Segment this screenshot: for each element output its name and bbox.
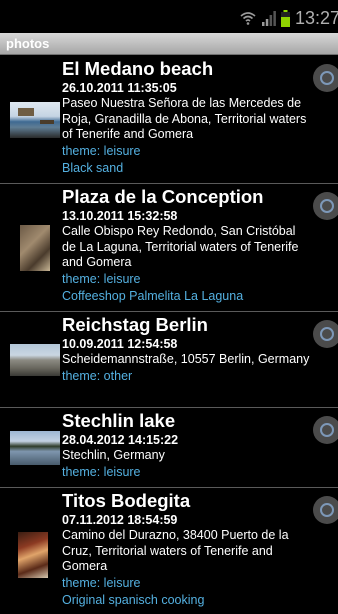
item-date: 26.10.2011 11:35:05 bbox=[62, 81, 177, 95]
photo-thumbnail bbox=[20, 224, 50, 271]
select-radio[interactable] bbox=[313, 416, 338, 444]
photo-list[interactable]: El Medano beach 26.10.2011 11:35:05 Pase… bbox=[0, 56, 338, 614]
item-name: Titos Bodegita bbox=[62, 490, 191, 511]
item-theme: theme: leisure bbox=[62, 464, 141, 479]
item-text: Reichstag Berlin 10.09.2011 12:54:58 Sch… bbox=[62, 314, 312, 385]
item-address: Camino del Durazno, 38400 Puerto de la C… bbox=[62, 528, 289, 573]
item-name: El Medano beach bbox=[62, 58, 214, 79]
item-text: Titos Bodegita 07.11.2012 18:54:59 Camin… bbox=[62, 490, 312, 609]
list-item[interactable]: Plaza de la Conception 13.10.2011 15:32:… bbox=[0, 184, 338, 312]
item-date: 28.04.2012 14:15:22 bbox=[62, 433, 179, 447]
signal-icon bbox=[262, 11, 276, 26]
item-name: Stechlin lake bbox=[62, 410, 176, 431]
photo-thumbnail bbox=[10, 343, 60, 376]
item-note: Original spanisch cooking bbox=[62, 592, 205, 607]
item-theme: theme: leisure bbox=[62, 143, 141, 158]
item-note: Black sand bbox=[62, 160, 124, 175]
status-bar: 13:27 bbox=[0, 0, 338, 33]
select-radio[interactable] bbox=[313, 192, 338, 220]
page-title: photos bbox=[6, 36, 50, 51]
item-address: Calle Obispo Rey Redondo, San Cristóbal … bbox=[62, 224, 299, 269]
item-address: Paseo Nuestra Señora de las Mercedes de … bbox=[62, 96, 307, 141]
item-text: El Medano beach 26.10.2011 11:35:05 Pase… bbox=[62, 58, 312, 177]
wifi-icon bbox=[240, 12, 256, 25]
photo-thumbnail bbox=[10, 101, 60, 138]
select-radio[interactable] bbox=[313, 320, 338, 348]
item-theme: theme: leisure bbox=[62, 575, 141, 590]
item-text: Plaza de la Conception 13.10.2011 15:32:… bbox=[62, 186, 312, 305]
item-date: 10.09.2011 12:54:58 bbox=[62, 337, 178, 351]
status-time: 13:27 bbox=[295, 8, 338, 28]
list-item[interactable]: El Medano beach 26.10.2011 11:35:05 Pase… bbox=[0, 56, 338, 184]
photo-thumbnail bbox=[18, 532, 48, 578]
item-note: Coffeeshop Palmelita La Laguna bbox=[62, 288, 244, 303]
item-theme: theme: other bbox=[62, 368, 133, 383]
item-name: Plaza de la Conception bbox=[62, 186, 264, 207]
select-radio[interactable] bbox=[313, 496, 338, 524]
item-name: Reichstag Berlin bbox=[62, 314, 208, 335]
item-address: Scheidemannstraße, 10557 Berlin, Germany bbox=[62, 352, 310, 366]
item-date: 07.11.2012 18:54:59 bbox=[62, 513, 178, 527]
item-address: Stechlin, Germany bbox=[62, 448, 165, 462]
photo-thumbnail bbox=[10, 430, 60, 465]
item-text: Stechlin lake 28.04.2012 14:15:22 Stechl… bbox=[62, 410, 312, 481]
item-date: 13.10.2011 15:32:58 bbox=[62, 209, 178, 223]
item-theme: theme: leisure bbox=[62, 271, 141, 286]
battery-icon bbox=[281, 10, 290, 27]
title-bar: photos bbox=[0, 33, 338, 55]
list-item[interactable]: Titos Bodegita 07.11.2012 18:54:59 Camin… bbox=[0, 488, 338, 614]
list-item[interactable]: Reichstag Berlin 10.09.2011 12:54:58 Sch… bbox=[0, 312, 338, 408]
select-radio[interactable] bbox=[313, 64, 338, 92]
list-item[interactable]: Stechlin lake 28.04.2012 14:15:22 Stechl… bbox=[0, 408, 338, 488]
